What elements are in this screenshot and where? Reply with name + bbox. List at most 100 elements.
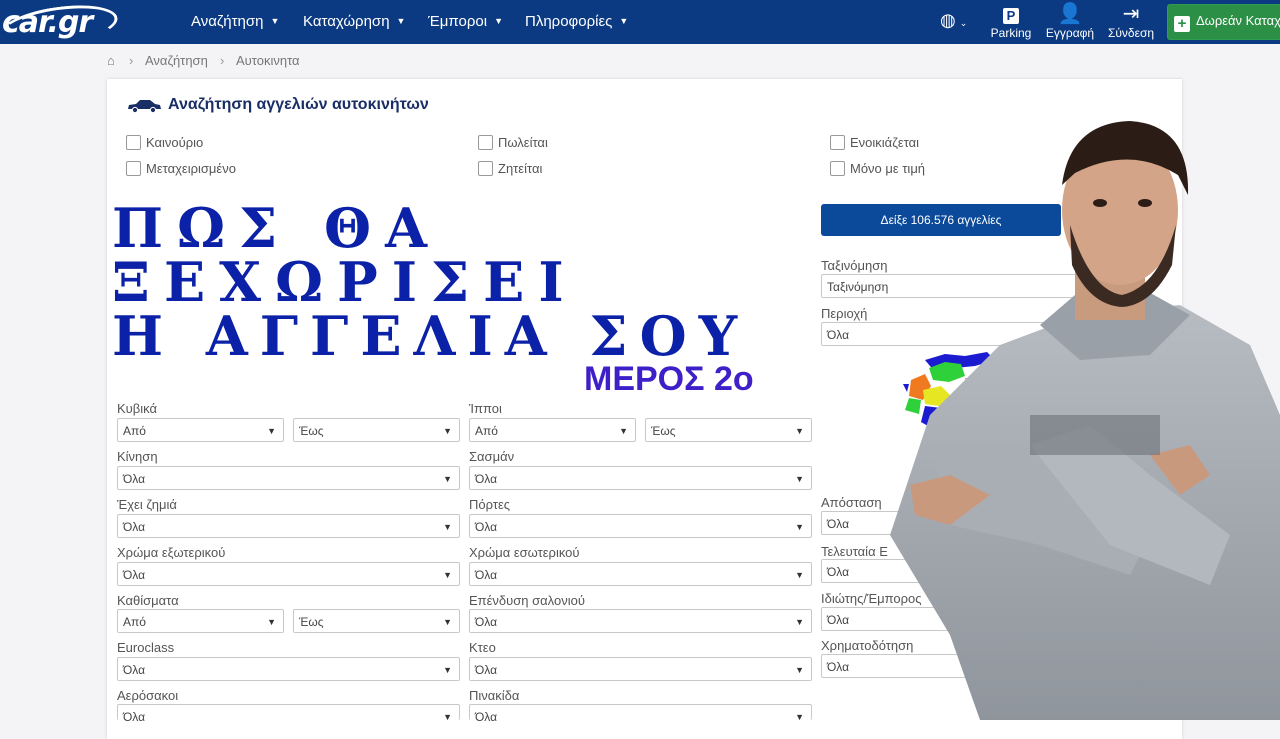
add-user-icon: 👤 (1057, 3, 1083, 25)
upholstery-select[interactable]: Όλα ▼ (469, 609, 812, 633)
parking-icon: P (990, 2, 1032, 26)
checkbox-new[interactable] (126, 135, 141, 150)
drive-label: Κίνηση (117, 449, 158, 464)
caret-down-icon: ▼ (443, 426, 452, 436)
hp-to-select[interactable]: Έως ▼ (645, 418, 812, 442)
free-listing-label: Δωρεάν Καταχ (1196, 13, 1280, 28)
doors-select[interactable]: Όλα ▼ (469, 514, 812, 538)
caret-down-icon: ▼ (619, 16, 629, 26)
checkbox-for-sale[interactable] (478, 135, 493, 150)
login-button[interactable]: ⇥ Σύνδεση (1106, 2, 1156, 40)
nav-search-label: Αναζήτηση (191, 13, 264, 30)
breadcrumb-separator-icon: › (220, 53, 225, 68)
chassis-value: Όλα (475, 472, 498, 486)
upholstery-value: Όλα (475, 615, 498, 629)
nav-listing-label: Καταχώρηση (303, 13, 390, 30)
euroclass-select[interactable]: Όλα ▼ (117, 657, 460, 681)
euroclass-value: Όλα (123, 663, 146, 677)
chassis-select[interactable]: Όλα ▼ (469, 466, 812, 490)
doors-value: Όλα (475, 520, 498, 534)
hp-to-value: Έως (651, 424, 676, 438)
distance-value: Όλα (827, 517, 850, 531)
presenter-photo (890, 121, 1280, 720)
int-color-value: Όλα (475, 568, 498, 582)
ext-color-select[interactable]: Όλα ▼ (117, 562, 460, 586)
language-selector[interactable]: ◍ ⌄ (940, 10, 967, 31)
checkbox-wanted[interactable] (478, 161, 493, 176)
hp-from-select[interactable]: Από ▼ (469, 418, 636, 442)
plus-icon: + (1174, 16, 1190, 32)
nav-dealers[interactable]: Έμποροι ▼ (428, 0, 503, 44)
globe-icon: ◍ (940, 10, 956, 30)
overlay-title-line3: Η ΑΓΓΕΛΙΑ ΣΟΥ (112, 304, 750, 368)
int-color-select[interactable]: Όλα ▼ (469, 562, 812, 586)
breadcrumb-search[interactable]: Αναζήτηση (145, 53, 208, 68)
hp-from-value: Από (475, 424, 498, 438)
caret-down-icon: ▼ (795, 617, 804, 627)
parking-label: Parking (990, 26, 1032, 40)
airbags-label: Αερόσακοι (117, 688, 179, 703)
ext-color-label: Χρώμα εξωτερικού (117, 545, 226, 560)
car-icon (128, 100, 161, 113)
distance-label: Απόσταση (821, 495, 882, 510)
seats-label: Καθίσματα (117, 593, 179, 608)
kteo-select[interactable]: Όλα ▼ (469, 657, 812, 681)
damage-select[interactable]: Όλα ▼ (117, 514, 460, 538)
seats-to-value: Έως (299, 615, 324, 629)
car-gr-logo[interactable]: car.gr (0, 0, 121, 54)
checkbox-used[interactable] (126, 161, 141, 176)
nav-search[interactable]: Αναζήτηση ▼ (191, 0, 279, 44)
caret-down-icon: ▼ (443, 712, 452, 722)
kteo-value: Όλα (475, 663, 498, 677)
kteo-label: Κτεο (469, 640, 496, 655)
register-label: Εγγραφή (1045, 26, 1095, 40)
plate-value: Όλα (475, 710, 498, 724)
home-icon[interactable]: ⌂ (107, 53, 115, 68)
damage-value: Όλα (123, 520, 146, 534)
checkbox-for-sale-label: Πωλείται (498, 135, 548, 150)
plate-select[interactable]: Όλα ▼ (469, 704, 812, 724)
seller-value: Όλα (827, 613, 850, 627)
checkbox-with-price[interactable] (830, 161, 845, 176)
register-button[interactable]: 👤 Εγγραφή (1044, 2, 1096, 40)
cc-from-select[interactable]: Από ▼ (117, 418, 284, 442)
parking-button[interactable]: P Parking (990, 2, 1032, 40)
drive-select[interactable]: Όλα ▼ (117, 466, 460, 490)
nav-info-label: Πληροφορίες (525, 13, 613, 30)
checkbox-new-label: Καινούριο (146, 135, 204, 150)
seats-to-select[interactable]: Έως ▼ (293, 609, 460, 633)
caret-down-icon: ▼ (494, 16, 504, 26)
sort-label: Ταξινόμηση (821, 258, 888, 273)
checkbox-for-rent[interactable] (830, 135, 845, 150)
chassis-label: Σασμάν (469, 449, 515, 464)
upholstery-label: Επένδυση σαλονιού (469, 593, 585, 608)
seats-from-select[interactable]: Από ▼ (117, 609, 284, 633)
plate-label: Πινακίδα (469, 688, 520, 703)
free-listing-button[interactable]: + Δωρεάν Καταχ (1167, 4, 1280, 40)
caret-down-icon: ▼ (396, 16, 406, 26)
caret-down-icon: ▼ (267, 617, 276, 627)
caret-down-icon: ▼ (795, 665, 804, 675)
drive-value: Όλα (123, 472, 146, 486)
nav-info[interactable]: Πληροφορίες ▼ (525, 0, 628, 44)
hp-label: Ίπποι (469, 401, 502, 416)
region-value: Όλα (827, 328, 850, 342)
cc-label: Κυβικά (117, 401, 158, 416)
caret-down-icon: ▼ (443, 474, 452, 484)
cc-to-select[interactable]: Έως ▼ (293, 418, 460, 442)
airbags-select[interactable]: Όλα ▼ (117, 704, 460, 724)
nav-listing[interactable]: Καταχώρηση ▼ (303, 0, 405, 44)
caret-down-icon: ▼ (795, 426, 804, 436)
sort-value: Ταξινόμηση (827, 280, 889, 294)
cc-from-value: Από (123, 424, 146, 438)
caret-down-icon: ▼ (267, 426, 276, 436)
caret-down-icon: ▼ (443, 617, 452, 627)
breadcrumb-cars[interactable]: Αυτοκινητα (236, 53, 300, 68)
damage-label: Έχει ζημιά (117, 497, 177, 512)
cc-to-value: Έως (299, 424, 324, 438)
checkbox-wanted-label: Ζητείται (498, 161, 543, 176)
caret-down-icon: ▼ (795, 522, 804, 532)
ext-color-value: Όλα (123, 568, 146, 582)
checkbox-used-label: Μεταχειρισμένο (146, 161, 236, 176)
top-navbar: car.gr Αναζήτηση ▼ Καταχώρηση ▼ Έμποροι ▼ Π… (0, 0, 1280, 54)
